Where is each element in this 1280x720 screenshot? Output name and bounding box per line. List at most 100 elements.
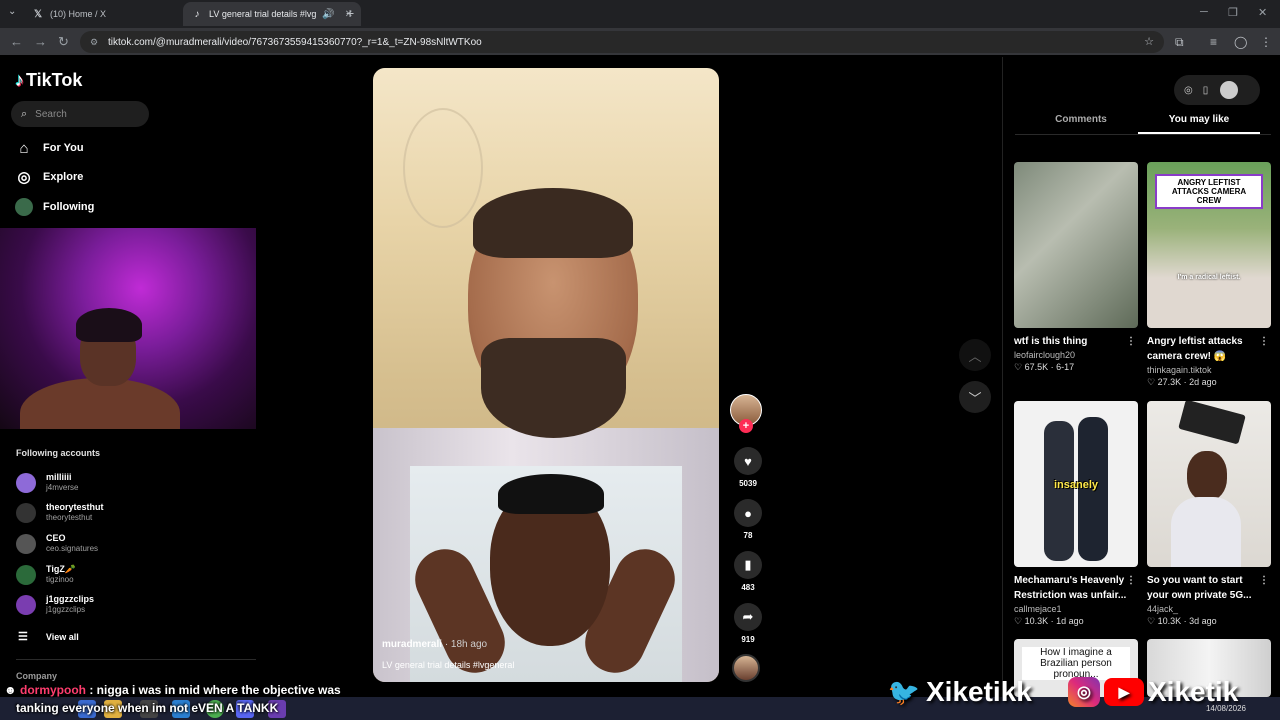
view-all-button[interactable]: ☰ View all [18,630,79,643]
avatar [16,594,36,615]
previous-video-button[interactable]: ︿ [959,339,991,371]
social-branding: ◎ ▶ Xiketik [1068,676,1238,708]
minimize-icon[interactable]: ─ [1200,6,1208,18]
menu-kebab-icon[interactable]: ⋮ [1260,35,1272,49]
router-device [1178,401,1246,445]
video-player[interactable]: muradmerali · 18h ago LV general trial d… [373,68,719,682]
reload-icon[interactable]: ↻ [58,34,69,50]
more-options-icon[interactable]: ⋮ [1259,334,1269,349]
avatar [16,533,36,554]
figure-shape [1044,421,1074,561]
home-icon: ⌂ [19,139,29,157]
following-account[interactable]: CEO ceo.signatures [16,533,98,554]
speaker-icon[interactable]: 🔊 [322,9,334,20]
ceiling-lamp [403,108,483,228]
list-icon: ☰ [18,631,28,643]
tab-search-icon[interactable]: ⌄ [8,6,16,17]
video-author[interactable]: muradmerali · 18h ago [382,639,487,650]
twitter-bird-icon: 🐦 [887,676,921,707]
more-options-icon[interactable]: ⋮ [1126,573,1136,588]
card-thumbnail: insanely [1014,401,1138,567]
bookmark-star-icon[interactable]: ☆ [1144,35,1154,48]
comment-button[interactable]: ● 78 [731,499,765,540]
maximize-icon[interactable]: ❐ [1228,6,1238,19]
left-sidebar: ♪ TikTok ⌕ Search ⌂ For You ◎ Explore Fo… [0,57,260,697]
compass-icon: ◎ [17,169,31,186]
top-action-pill: ◎ ▯ [1174,75,1260,105]
tab-underline [1015,134,1271,135]
more-options-icon[interactable]: ⋮ [1259,573,1269,588]
avatar [16,502,36,523]
tab-x-home[interactable]: 𝕏 (10) Home / X ✕ [24,2,202,26]
following-account[interactable]: TigZ🥕 tigzinoo [16,564,76,585]
video-hair [473,188,633,258]
stream-chat-message: ☻ dormypooh : nigga i was in mid where t… [4,683,341,715]
instagram-icon: ◎ [1068,677,1100,707]
url-bar[interactable]: ⚙ tiktok.com/@muradmerali/video/76736735… [80,31,1164,53]
webcam-durag [76,308,142,342]
like-button[interactable]: ♥ 5039 [731,447,765,488]
recommended-card[interactable]: So you want to start your own private 5G… [1147,401,1271,627]
nav-explore[interactable]: ◎ Explore [14,167,83,187]
card-thumbnail [1014,162,1138,328]
webcam-overlay [0,228,256,429]
nav-for-you[interactable]: ⌂ For You [14,138,83,158]
back-arrow-icon[interactable]: ← [10,34,23,49]
sound-avatar[interactable] [732,654,760,682]
recommended-card[interactable]: ANGRY LEFTIST ATTACKS CAMERA CREW I'm a … [1147,162,1271,388]
extensions-icon[interactable]: ⧉ [1175,35,1184,50]
youtube-icon: ▶ [1104,678,1144,706]
following-avatar-icon [14,197,34,217]
close-window-icon[interactable]: ✕ [1258,6,1267,19]
profile-icon[interactable]: ◯ [1234,35,1247,49]
following-account[interactable]: milliiii j4mverse [16,472,78,493]
compass-small-icon[interactable]: ◎ [1184,85,1193,96]
new-tab-button[interactable]: + [346,5,354,21]
save-button[interactable]: ▮ 483 [731,551,765,592]
profile-avatar[interactable] [1220,81,1239,99]
following-accounts-header: Following accounts [16,448,101,458]
person-head [1187,451,1227,501]
heart-icon: ♥ [734,447,762,475]
address-bar-row: ← → ↻ ⚙ tiktok.com/@muradmerali/video/76… [0,28,1280,56]
forward-arrow-icon[interactable]: → [34,34,47,49]
company-link[interactable]: Company [16,671,57,681]
video-caption: LV general trial details #lvgeneral [382,660,515,670]
follow-plus-button[interactable]: + [739,419,753,433]
chevron-down-icon: ﹀ [968,390,982,406]
tab-you-may-like[interactable]: You may like [1138,114,1260,134]
search-icon: ⌕ [21,107,28,120]
tiktok-logo[interactable]: ♪ TikTok [15,70,82,91]
nav-following[interactable]: Following [14,197,94,217]
bookmark-icon: ▮ [734,551,762,579]
recommended-card[interactable]: wtf is this thing ⋮ leofairclough20 ♡ 67.… [1014,162,1138,373]
share-button[interactable]: ➦ 919 [731,603,765,644]
recommended-card[interactable]: insanely Mechamaru's Heavenly Restrictio… [1014,401,1138,627]
tiktok-note-icon: ♪ [15,70,24,90]
phone-icon[interactable]: ▯ [1203,85,1209,96]
media-control-icon[interactable]: ≡ [1210,35,1217,49]
right-panel: ◎ ▯ Comments You may like wtf is this th… [1002,57,1280,697]
x-logo-icon: 𝕏 [33,8,43,20]
card-thumbnail: ANGRY LEFTIST ATTACKS CAMERA CREW I'm a … [1147,162,1271,328]
chat-badge-icon: ☻ [4,683,17,697]
inset-hair [498,474,604,514]
chevron-up-icon: ︿ [968,348,982,364]
tiktok-icon: ♪ [194,8,200,20]
next-video-button[interactable]: ﹀ [959,381,991,413]
following-account[interactable]: j1ggzzclips j1ggzzclips [16,594,94,615]
avatar [16,564,36,585]
tab-comments[interactable]: Comments [1020,114,1142,134]
search-input[interactable]: ⌕ Search [11,101,149,127]
tab-tiktok[interactable]: ♪ LV general trial details #lvg 🔊 ✕ [183,2,361,26]
more-options-icon[interactable]: ⋮ [1126,334,1136,349]
site-info-icon[interactable]: ⚙ [90,37,102,48]
following-account[interactable]: theorytesthut theorytesthut [16,502,104,523]
avatar [16,472,36,493]
card-thumbnail [1147,401,1271,567]
browser-tab-strip: ⌄ 𝕏 (10) Home / X ✕ ♪ LV general trial d… [0,0,1280,28]
person-shirt [1171,497,1241,567]
comment-icon: ● [734,499,762,527]
share-arrow-icon: ➦ [734,603,762,631]
divider [16,659,256,660]
